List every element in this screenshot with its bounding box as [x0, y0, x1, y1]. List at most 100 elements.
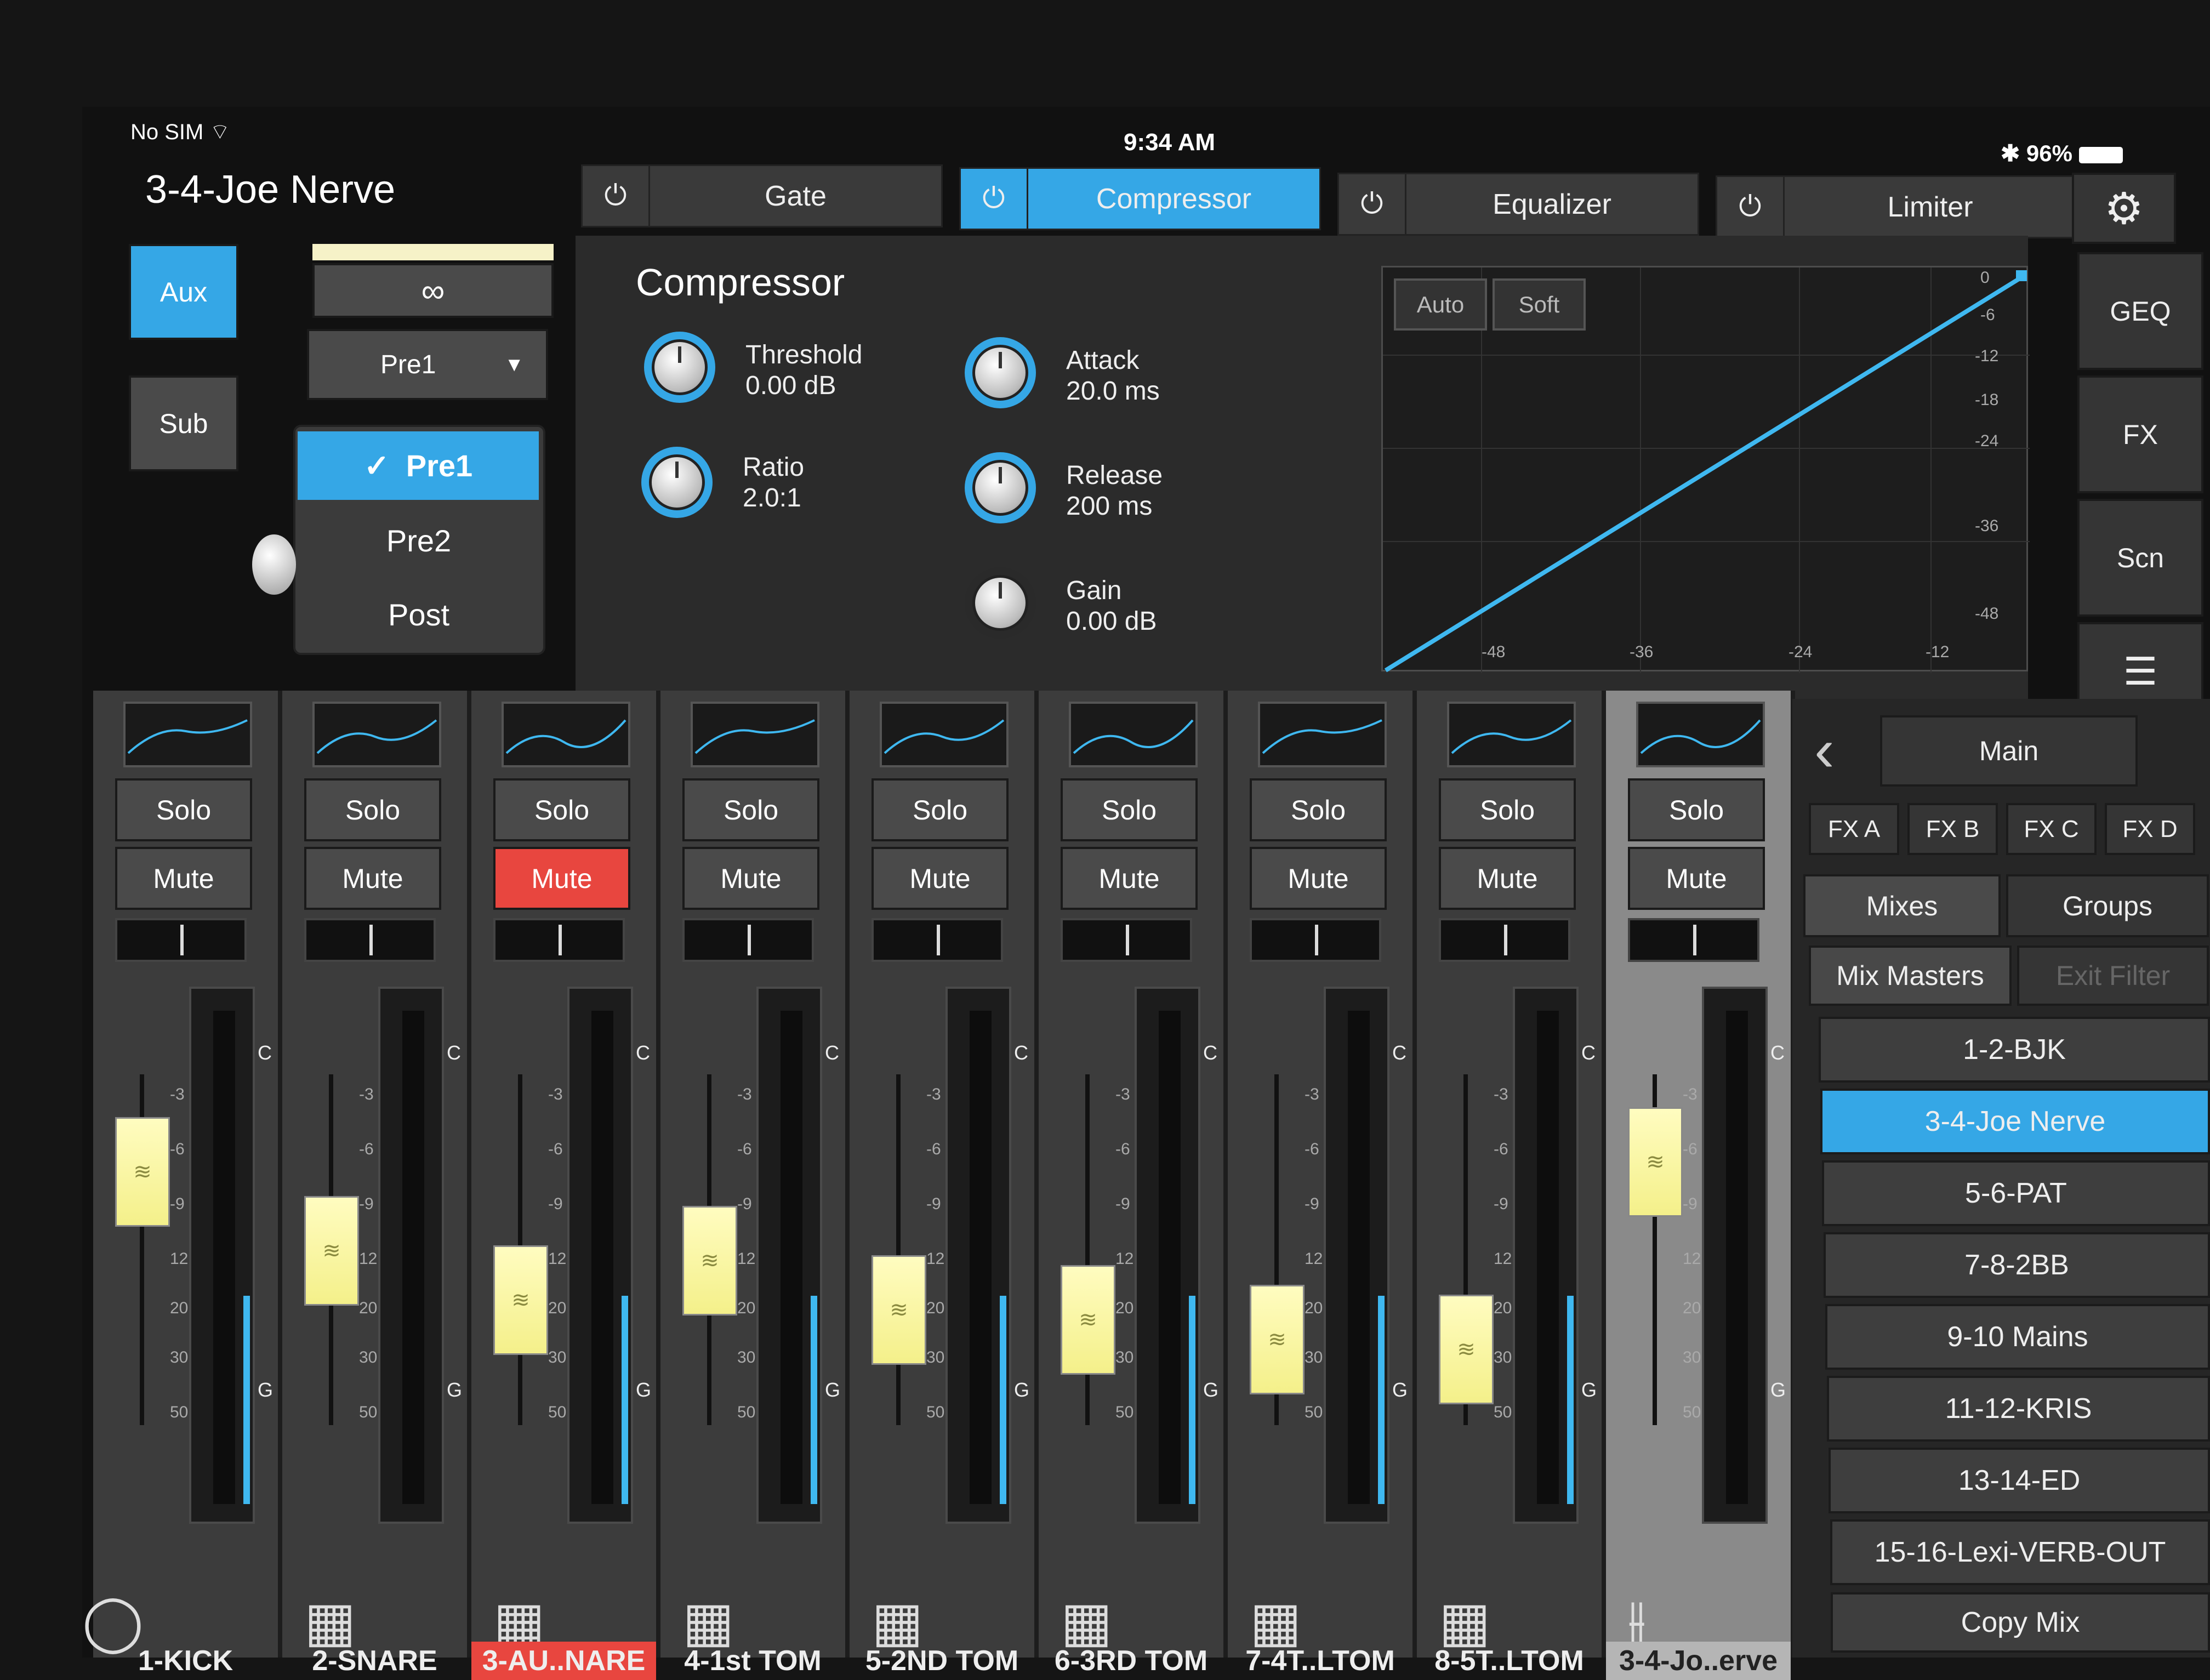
fx-d-button[interactable]: FX D	[2105, 803, 2195, 855]
eq-thumbnail[interactable]	[123, 702, 252, 767]
fx-a-button[interactable]: FX A	[1809, 803, 1899, 855]
channel-name[interactable]: 6-3RD TOM	[1039, 1642, 1223, 1680]
tab-compressor[interactable]: ⏻ Compressor	[959, 167, 1321, 230]
eq-thumbnail[interactable]	[880, 702, 1009, 767]
channel-name[interactable]: 8-5T..LTOM	[1417, 1642, 1602, 1680]
ratio-knob[interactable]	[641, 447, 713, 518]
mute-button[interactable]: Mute	[1250, 847, 1387, 910]
auto-button[interactable]: Auto	[1394, 278, 1487, 331]
eq-thumbnail[interactable]	[502, 702, 630, 767]
mix-list-item[interactable]: 11-12-KRIS	[1827, 1376, 2210, 1442]
aux-button[interactable]: Aux	[129, 244, 238, 340]
channel-name[interactable]: 5-2ND TOM	[850, 1642, 1034, 1680]
fader-handle[interactable]: ≋	[1061, 1265, 1115, 1375]
menu-item-post[interactable]: Post	[295, 580, 542, 649]
fx-c-button[interactable]: FX C	[2006, 803, 2097, 855]
pan-indicator[interactable]	[872, 918, 1003, 962]
power-icon[interactable]: ⏻	[1717, 177, 1785, 237]
settings-gear-icon[interactable]: ⚙	[2072, 173, 2176, 244]
link-button[interactable]: ∞	[312, 263, 554, 318]
copy-mix-button[interactable]: Copy Mix	[1831, 1592, 2210, 1653]
power-icon[interactable]: ⏻	[961, 169, 1028, 229]
tab-equalizer[interactable]: ⏻ Equalizer	[1337, 173, 1699, 236]
tab-gate[interactable]: ⏻ Gate	[581, 164, 943, 227]
eq-thumbnail[interactable]	[1636, 702, 1765, 767]
mix-list-item[interactable]: 15-16-Lexi-VERB-OUT	[1830, 1519, 2210, 1585]
release-knob[interactable]	[965, 452, 1036, 523]
mute-button[interactable]: Mute	[1061, 847, 1198, 910]
eq-thumbnail[interactable]	[691, 702, 819, 767]
power-icon[interactable]: ⏻	[1339, 174, 1406, 234]
source-select[interactable]: Pre1 ▼	[307, 329, 548, 400]
mix-list-item[interactable]: 7-8-2BB	[1824, 1232, 2210, 1298]
channel-name[interactable]: 7-4T..LTOM	[1228, 1642, 1412, 1680]
mute-button[interactable]: Mute	[493, 847, 630, 910]
mute-button[interactable]: Mute	[682, 847, 819, 910]
pan-knob[interactable]	[252, 534, 296, 595]
fx-button[interactable]: FX	[2077, 375, 2203, 493]
solo-button[interactable]: Solo	[1439, 778, 1576, 841]
scn-button[interactable]: Scn	[2077, 499, 2203, 617]
menu-item-pre1[interactable]: ✓ Pre1	[298, 431, 539, 500]
channel-name[interactable]: 3-4-Jo..erve	[1606, 1642, 1791, 1680]
mix-list-item[interactable]: 1-2-BJK	[1819, 1017, 2210, 1083]
geq-button[interactable]: GEQ	[2077, 252, 2203, 370]
pan-indicator[interactable]	[304, 918, 436, 962]
main-button[interactable]: Main	[1880, 715, 2138, 787]
pan-indicator[interactable]	[115, 918, 247, 962]
mix-list-item[interactable]: 3-4-Joe Nerve	[1820, 1089, 2210, 1154]
pan-indicator[interactable]	[493, 918, 625, 962]
channel-name[interactable]: 3-AU..NARE	[471, 1642, 656, 1680]
threshold-knob[interactable]	[644, 332, 715, 403]
solo-button[interactable]: Solo	[1628, 778, 1765, 841]
pan-indicator[interactable]	[1061, 918, 1192, 962]
fx-b-button[interactable]: FX B	[1907, 803, 1998, 855]
mute-button[interactable]: Mute	[115, 847, 252, 910]
fader-handle[interactable]: ≋	[1439, 1295, 1494, 1404]
sub-button[interactable]: Sub	[129, 375, 238, 471]
tab-mixes[interactable]: Mixes	[1803, 874, 2001, 937]
fader-handle[interactable]: ≋	[1250, 1285, 1305, 1394]
solo-button[interactable]: Solo	[304, 778, 441, 841]
attack-knob[interactable]	[965, 337, 1036, 408]
fader-handle[interactable]: ≋	[872, 1255, 926, 1365]
mix-list-item[interactable]: 9-10 Mains	[1825, 1304, 2210, 1370]
pan-indicator[interactable]	[1439, 918, 1570, 962]
pan-indicator[interactable]	[682, 918, 814, 962]
eq-thumbnail[interactable]	[1069, 702, 1198, 767]
channel-name[interactable]: 2-SNARE	[282, 1642, 467, 1680]
fader-handle[interactable]: ≋	[1628, 1107, 1683, 1217]
tab-groups[interactable]: Groups	[2006, 874, 2209, 937]
menu-item-pre2[interactable]: Pre2	[295, 506, 542, 575]
mix-list-item[interactable]: 13-14-ED	[1829, 1448, 2210, 1513]
channel-name[interactable]: 4-1st TOM	[660, 1642, 845, 1680]
pan-indicator[interactable]	[1628, 918, 1759, 962]
mute-button[interactable]: Mute	[1439, 847, 1576, 910]
solo-button[interactable]: Solo	[1250, 778, 1387, 841]
mix-list-item[interactable]: 5-6-PAT	[1822, 1160, 2210, 1226]
fader-handle[interactable]: ≋	[493, 1245, 548, 1355]
power-icon[interactable]: ⏻	[583, 166, 650, 226]
mute-button[interactable]: Mute	[304, 847, 441, 910]
exit-filter-button[interactable]: Exit Filter	[2017, 946, 2209, 1006]
mute-button[interactable]: Mute	[1628, 847, 1765, 910]
solo-button[interactable]: Solo	[493, 778, 630, 841]
solo-button[interactable]: Solo	[872, 778, 1009, 841]
solo-button[interactable]: Solo	[115, 778, 252, 841]
eq-thumbnail[interactable]	[312, 702, 441, 767]
tab-limiter[interactable]: ⏻ Limiter	[1716, 175, 2077, 238]
soft-button[interactable]: Soft	[1493, 278, 1586, 331]
solo-button[interactable]: Solo	[682, 778, 819, 841]
fader-handle[interactable]: ≋	[115, 1117, 170, 1227]
solo-button[interactable]: Solo	[1061, 778, 1198, 841]
mute-button[interactable]: Mute	[872, 847, 1009, 910]
fader-handle[interactable]: ≋	[682, 1206, 737, 1315]
eq-thumbnail[interactable]	[1258, 702, 1387, 767]
gain-knob[interactable]	[965, 567, 1036, 639]
eq-thumbnail[interactable]	[1447, 702, 1576, 767]
mix-masters-button[interactable]: Mix Masters	[1809, 946, 2012, 1006]
fader-handle[interactable]: ≋	[304, 1196, 359, 1306]
pan-indicator[interactable]	[1250, 918, 1381, 962]
channel-name[interactable]: 1-KICK	[93, 1642, 278, 1680]
back-chevron-icon[interactable]: ‹	[1814, 715, 1835, 785]
